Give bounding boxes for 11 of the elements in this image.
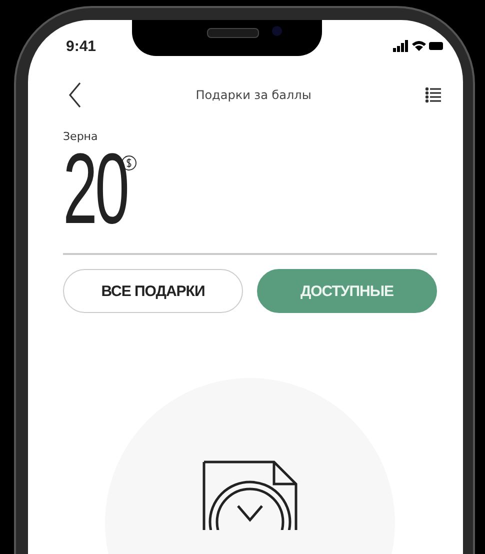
filter-tab[interactable]: ВСЕ ПОДАРКИ <box>63 269 243 313</box>
balance-label: Зерна <box>63 130 98 143</box>
status-time: 9:41 <box>66 38 96 54</box>
document-clock-icon <box>202 460 298 530</box>
status-icons <box>393 40 443 52</box>
list-icon[interactable] <box>425 87 441 103</box>
back-icon[interactable] <box>68 82 82 108</box>
camera-lens <box>272 26 282 36</box>
balance-value: 20 <box>63 143 127 235</box>
screen-title: Подарки за баллы <box>196 88 312 102</box>
speaker-grille <box>207 28 259 38</box>
